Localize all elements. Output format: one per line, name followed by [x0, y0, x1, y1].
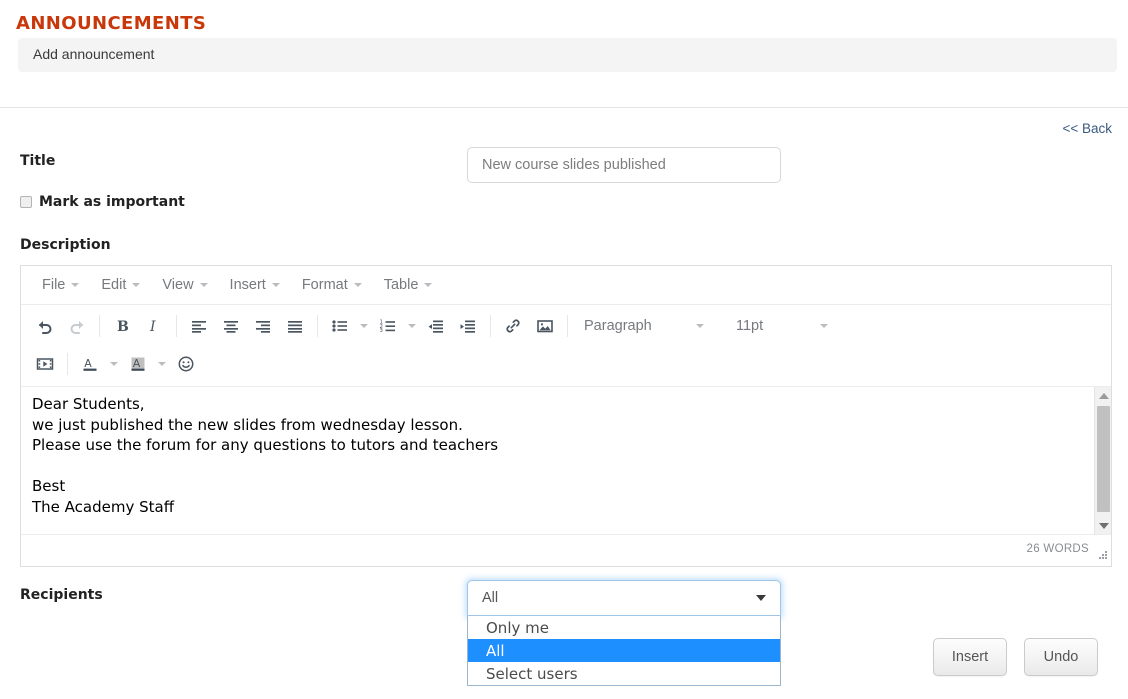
menu-file[interactable]: File: [33, 273, 88, 297]
triangle-down-icon: [756, 595, 766, 601]
indent-icon[interactable]: [452, 312, 484, 340]
toolbar-separator: [490, 315, 491, 337]
title-label: Title: [20, 153, 55, 169]
toolbar-separator: [176, 315, 177, 337]
editor-toolbar: B I: [21, 305, 1111, 387]
chevron-down-icon: [424, 283, 432, 287]
svg-text:3: 3: [380, 328, 383, 334]
menu-view[interactable]: View: [153, 273, 216, 297]
mark-as-important-label: Mark as important: [39, 194, 185, 210]
menu-edit[interactable]: Edit: [92, 273, 149, 297]
title-input[interactable]: [467, 147, 781, 183]
header-divider: [0, 107, 1128, 108]
recipients-options-list[interactable]: Only me All Select users: [467, 616, 781, 686]
undo-icon[interactable]: [29, 312, 61, 340]
numbered-list-icon[interactable]: 123: [372, 312, 404, 340]
bullet-list-icon[interactable]: [324, 312, 356, 340]
menu-edit-label: Edit: [101, 277, 126, 293]
resize-handle-icon[interactable]: [1096, 549, 1108, 561]
insert-button[interactable]: Insert: [933, 638, 1007, 676]
chevron-down-icon: [272, 283, 280, 287]
mark-as-important-checkbox[interactable]: [20, 196, 32, 208]
recipients-option-only-me[interactable]: Only me: [468, 616, 780, 639]
recipients-selected-value: All: [482, 590, 756, 606]
menu-file-label: File: [42, 277, 65, 293]
font-size-select[interactable]: 11pt: [726, 312, 816, 340]
recipients-select-wrapper: All Only me All Select users: [467, 580, 781, 686]
page-title: ANNOUNCEMENTS: [16, 13, 206, 34]
block-format-select[interactable]: Paragraph: [574, 312, 692, 340]
form-actions: Insert Undo: [933, 638, 1098, 676]
editor-menubar: File Edit View Insert Format Table: [21, 266, 1111, 305]
svg-text:B: B: [117, 319, 129, 335]
triangle-down-icon[interactable]: [1095, 517, 1111, 534]
editor-vertical-scrollbar[interactable]: [1094, 387, 1111, 534]
bullet-list-options-icon[interactable]: [356, 312, 372, 340]
redo-icon[interactable]: [61, 312, 93, 340]
menu-format[interactable]: Format: [293, 273, 371, 297]
chevron-down-icon: [354, 283, 362, 287]
svg-text:I: I: [149, 319, 156, 335]
description-label: Description: [20, 237, 111, 253]
text-color-icon[interactable]: A: [74, 350, 106, 378]
menu-table-label: Table: [384, 277, 419, 293]
editor-toolbar-row-1: B I: [21, 307, 1111, 345]
block-format-chevron-down-icon[interactable]: [692, 312, 708, 340]
editor-content-area[interactable]: Dear Students, we just published the new…: [21, 387, 1111, 534]
panel-header-bar: Add announcement: [18, 38, 1117, 72]
back-link[interactable]: << Back: [1062, 121, 1112, 136]
menu-insert[interactable]: Insert: [221, 273, 289, 297]
font-size-value: 11pt: [736, 318, 763, 334]
align-justify-icon[interactable]: [279, 312, 311, 340]
recipients-option-all[interactable]: All: [468, 639, 780, 662]
align-left-icon[interactable]: [183, 312, 215, 340]
background-color-options-icon[interactable]: [154, 350, 170, 378]
editor-content-text: Dear Students, we just published the new…: [32, 394, 1089, 517]
rich-text-editor[interactable]: File Edit View Insert Format Table: [20, 265, 1112, 567]
svg-text:A: A: [84, 357, 92, 370]
bold-icon[interactable]: B: [106, 312, 138, 340]
menu-view-label: View: [162, 277, 193, 293]
toolbar-separator: [67, 353, 68, 375]
numbered-list-options-icon[interactable]: [404, 312, 420, 340]
align-center-icon[interactable]: [215, 312, 247, 340]
recipients-option-select-users[interactable]: Select users: [468, 662, 780, 685]
svg-text:A: A: [133, 357, 141, 370]
editor-statusbar: 26 WORDS: [21, 534, 1111, 563]
recipients-select[interactable]: All: [467, 580, 781, 616]
toolbar-separator: [99, 315, 100, 337]
block-format-value: Paragraph: [584, 318, 652, 334]
image-icon[interactable]: [529, 312, 561, 340]
link-icon[interactable]: [497, 312, 529, 340]
media-icon[interactable]: [29, 350, 61, 378]
mark-as-important-row[interactable]: Mark as important: [20, 194, 185, 210]
chevron-down-icon: [132, 283, 140, 287]
menu-format-label: Format: [302, 277, 348, 293]
tab-add-announcement[interactable]: Add announcement: [33, 46, 154, 62]
chevron-down-icon: [71, 283, 79, 287]
toolbar-separator: [317, 315, 318, 337]
editor-toolbar-row-2: A A: [21, 345, 1111, 383]
toolbar-separator: [567, 315, 568, 337]
undo-button[interactable]: Undo: [1024, 638, 1098, 676]
scrollbar-thumb[interactable]: [1097, 406, 1110, 512]
emoticon-icon[interactable]: [170, 350, 202, 378]
recipients-label: Recipients: [20, 587, 103, 603]
font-size-chevron-down-icon[interactable]: [816, 312, 832, 340]
menu-insert-label: Insert: [230, 277, 266, 293]
text-color-options-icon[interactable]: [106, 350, 122, 378]
triangle-up-icon[interactable]: [1095, 387, 1111, 404]
word-count-label: 26 WORDS: [1027, 543, 1089, 555]
align-right-icon[interactable]: [247, 312, 279, 340]
italic-icon[interactable]: I: [138, 312, 170, 340]
menu-table[interactable]: Table: [375, 273, 442, 297]
chevron-down-icon: [200, 283, 208, 287]
outdent-icon[interactable]: [420, 312, 452, 340]
background-color-icon[interactable]: A: [122, 350, 154, 378]
